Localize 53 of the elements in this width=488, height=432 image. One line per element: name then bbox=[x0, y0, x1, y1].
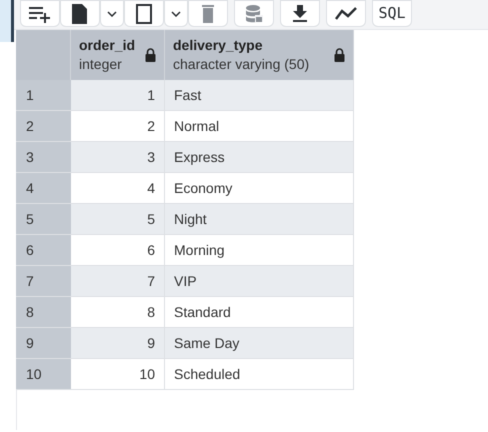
table-cell: 4 bbox=[71, 173, 165, 203]
add-row-icon bbox=[28, 4, 52, 22]
table-cell: 8 bbox=[71, 297, 165, 327]
table-cell: 7 bbox=[71, 266, 165, 296]
table-cell: 6 bbox=[71, 235, 165, 265]
caret-icon bbox=[107, 10, 117, 16]
add-row-button[interactable] bbox=[20, 0, 60, 27]
lock-icon bbox=[334, 48, 345, 62]
row-number[interactable]: 4 bbox=[16, 173, 71, 203]
chart-button[interactable] bbox=[326, 0, 366, 27]
row-number[interactable]: 6 bbox=[16, 235, 71, 265]
table-cell: 3 bbox=[71, 142, 165, 172]
table-cell: Scheduled bbox=[165, 359, 354, 389]
caret-icon bbox=[171, 10, 181, 16]
table-cell: Normal bbox=[165, 111, 354, 141]
trash-icon bbox=[201, 4, 215, 22]
table-cell: 10 bbox=[71, 359, 165, 389]
table-cell: Morning bbox=[165, 235, 354, 265]
lock-icon bbox=[145, 48, 156, 62]
row-number[interactable]: 9 bbox=[16, 328, 71, 358]
column-type: character varying (50) bbox=[173, 55, 310, 74]
table-cell: 2 bbox=[71, 111, 165, 141]
table-cell: 9 bbox=[71, 328, 165, 358]
paste-button[interactable] bbox=[124, 0, 164, 27]
column-name: order_id bbox=[79, 36, 136, 55]
line-chart-icon bbox=[335, 6, 357, 20]
row-number[interactable]: 8 bbox=[16, 297, 71, 327]
dropdown-button[interactable] bbox=[100, 0, 124, 27]
dropdown-button[interactable] bbox=[164, 0, 188, 27]
copy-icon bbox=[71, 4, 89, 24]
row-number[interactable]: 5 bbox=[16, 204, 71, 234]
row-number[interactable]: 1 bbox=[16, 80, 71, 110]
table-cell: Express bbox=[165, 142, 354, 172]
table-cell: 5 bbox=[71, 204, 165, 234]
table-cell: Same Day bbox=[165, 328, 354, 358]
table-cell: Fast bbox=[165, 80, 354, 110]
copy-button[interactable] bbox=[60, 0, 100, 27]
database-icon bbox=[245, 4, 263, 22]
row-number[interactable]: 2 bbox=[16, 111, 71, 141]
table-cell: 1 bbox=[71, 80, 165, 110]
column-type: integer bbox=[79, 55, 123, 74]
row-number[interactable]: 7 bbox=[16, 266, 71, 296]
row-number[interactable]: 3 bbox=[16, 142, 71, 172]
sql-button[interactable]: SQL bbox=[372, 0, 412, 27]
clipboard-icon bbox=[135, 4, 153, 24]
table-cell: Night bbox=[165, 204, 354, 234]
row-number[interactable]: 10 bbox=[16, 359, 71, 389]
column-name: delivery_type bbox=[173, 36, 264, 55]
table-cell: Economy bbox=[165, 173, 354, 203]
table-cell: VIP bbox=[165, 266, 354, 296]
download-icon bbox=[292, 4, 308, 22]
download-button[interactable] bbox=[280, 0, 320, 27]
table-cell: Standard bbox=[165, 297, 354, 327]
